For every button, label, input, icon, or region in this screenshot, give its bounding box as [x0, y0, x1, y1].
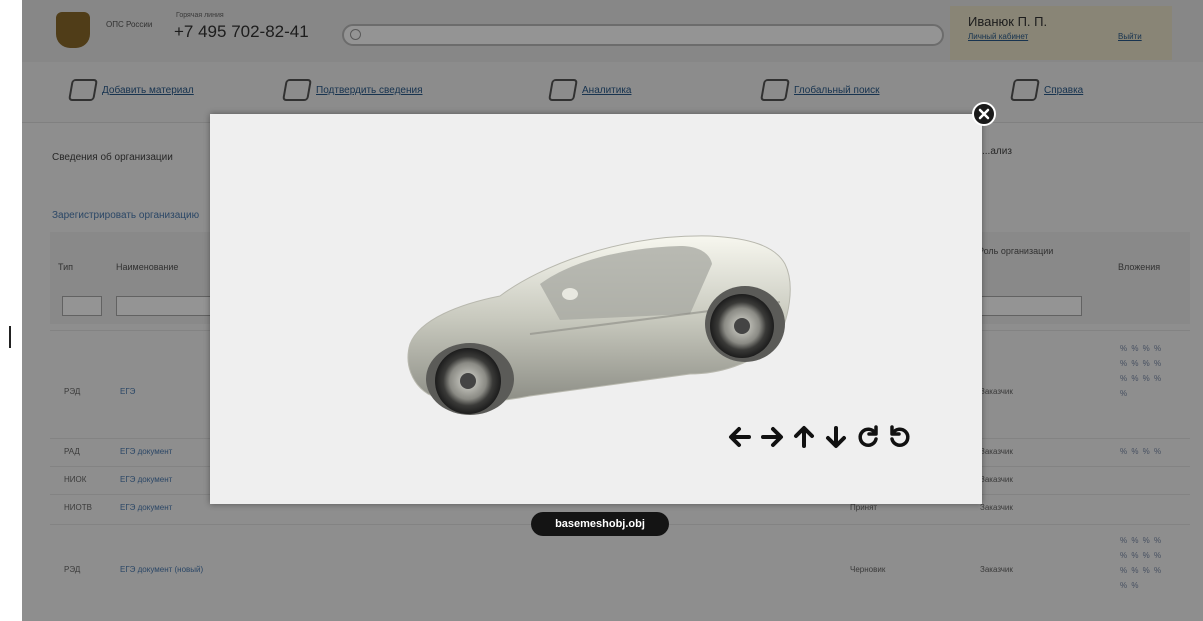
- text-cursor-bar: [9, 326, 11, 348]
- car-3d-model[interactable]: [390, 224, 810, 434]
- arrow-right-icon[interactable]: [757, 420, 787, 454]
- rotate-counterclockwise-icon[interactable]: [885, 420, 915, 454]
- arrow-down-icon[interactable]: [821, 420, 851, 454]
- rotate-clockwise-icon[interactable]: [853, 420, 883, 454]
- close-icon: [978, 108, 990, 120]
- app-window: ОПС России Горячая линия +7 495 702-82-4…: [22, 0, 1203, 621]
- arrow-up-icon[interactable]: [789, 420, 819, 454]
- close-button[interactable]: [972, 102, 996, 126]
- left-margin: [0, 0, 22, 621]
- arrow-left-icon[interactable]: [725, 420, 755, 454]
- page: ОПС России Горячая линия +7 495 702-82-4…: [0, 0, 1203, 621]
- viewer-controls: [725, 420, 915, 454]
- filename-badge: basemeshobj.obj: [531, 512, 669, 536]
- model-viewer-modal: [210, 114, 982, 504]
